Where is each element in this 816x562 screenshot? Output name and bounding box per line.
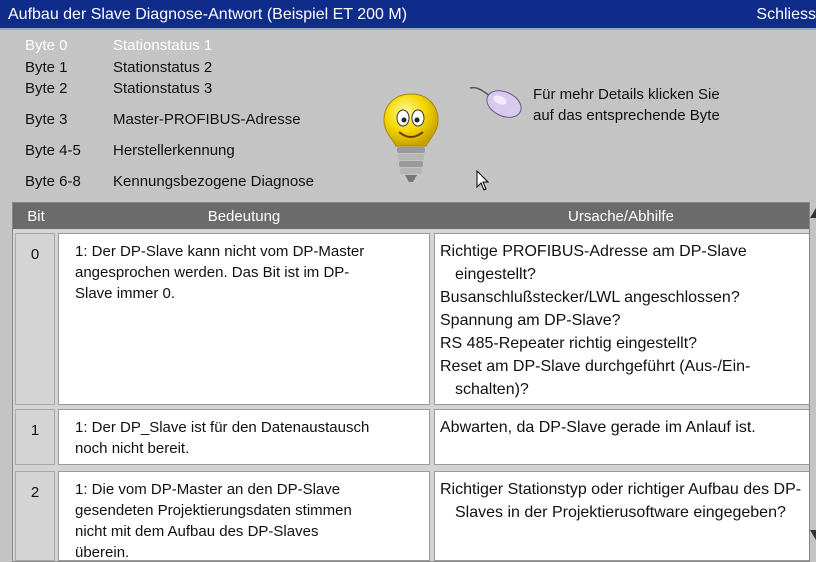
byte-number: Byte 2: [25, 80, 68, 97]
diagnosis-table: Bit Bedeutung Ursache/Abhilfe 0 1: Der D…: [12, 202, 810, 562]
bit-cell: 1: [15, 409, 55, 465]
ursache-line: Reset am DP-Slave durchgeführt (Aus-/Ein…: [440, 358, 751, 398]
byte-label: Stationstatus 2: [113, 59, 213, 76]
close-button[interactable]: Schliess: [756, 6, 816, 24]
ursache-line: Richtige PROFIBUS-Adresse am DP-Slave ei…: [440, 243, 747, 283]
bedeutung-line: nicht mit dem Aufbau des DP-Slaves: [75, 523, 319, 540]
ursache-line: RS 485-Repeater richtig eingestellt?: [440, 335, 698, 352]
byte-number: Byte 4-5: [25, 142, 81, 159]
mouse-icon: [469, 86, 522, 118]
column-header-ursache: Ursache/Abhilfe: [568, 208, 674, 225]
hint-line: auf das entsprechende Byte: [533, 107, 720, 124]
byte-label: Stationstatus 1: [113, 37, 213, 54]
window-title: Aufbau der Slave Diagnose-Antwort (Beisp…: [8, 6, 408, 23]
bedeutung-cell: 1: Der DP-Slave kann nicht vom DP-Master…: [58, 233, 430, 405]
bit-cell: 0: [15, 233, 55, 405]
ursache-cell: Richtige PROFIBUS-Adresse am DP-Slave ei…: [434, 233, 809, 405]
ursache-line: Spannung am DP-Slave?: [440, 312, 621, 329]
column-header-bit: Bit: [27, 208, 45, 225]
ursache-cell: Abwarten, da DP-Slave gerade im Anlauf i…: [434, 409, 809, 465]
ursache-line: Richtiger Stationstyp oder richtiger Auf…: [440, 481, 802, 521]
ursache-line: Busanschlußstecker/LWL angeschlossen?: [440, 289, 740, 306]
byte-label: Herstellerkennung: [113, 142, 235, 159]
bedeutung-cell: 1: Die vom DP-Master an den DP-Slave ges…: [58, 471, 430, 561]
byte-label: Kennungsbezogene Diagnose: [113, 173, 314, 190]
byte-label: Stationstatus 3: [113, 80, 213, 97]
hint-text: Für mehr Details klicken Sie auf das ent…: [533, 84, 720, 126]
bedeutung-line: 1: Der DP-Slave kann nicht vom DP-Master: [75, 243, 365, 260]
bedeutung-cell: 1: Der DP_Slave ist für den Datenaustaus…: [58, 409, 430, 465]
bit-cell: 2: [15, 471, 55, 561]
bedeutung-line: angesprochen werden. Das Bit ist im DP-: [75, 264, 350, 281]
title-bar: Aufbau der Slave Diagnose-Antwort (Beisp…: [0, 0, 816, 30]
bedeutung-line: noch nicht bereit.: [75, 440, 190, 457]
ursache-cell: Richtiger Stationstyp oder richtiger Auf…: [434, 471, 809, 561]
byte-number: Byte 3: [25, 111, 68, 128]
table-header: Bit Bedeutung Ursache/Abhilfe: [13, 203, 809, 229]
byte-label: Master-PROFIBUS-Adresse: [113, 111, 301, 128]
scroll-up-arrow-icon[interactable]: [808, 206, 816, 220]
scroll-down-arrow-icon[interactable]: [808, 528, 816, 542]
column-header-bedeutung: Bedeutung: [207, 208, 281, 225]
byte-number: Byte 6-8: [25, 173, 81, 190]
bedeutung-line: Slave immer 0.: [75, 285, 176, 302]
bedeutung-line: 1: Die vom DP-Master an den DP-Slave: [75, 481, 341, 498]
ursache-line: Abwarten, da DP-Slave gerade im Anlauf i…: [440, 419, 756, 436]
bedeutung-line: gesendeten Projektierungsdaten stimmen: [75, 502, 352, 519]
byte-number: Byte 1: [25, 59, 68, 76]
bedeutung-line: 1: Der DP_Slave ist für den Datenaustaus…: [75, 419, 370, 436]
hint-line: Für mehr Details klicken Sie: [533, 86, 720, 103]
mouse-pointer-icon: [476, 170, 490, 191]
bedeutung-line: überein.: [75, 544, 130, 561]
lightbulb-mascot-icon: [383, 93, 439, 182]
byte-number: Byte 0: [25, 37, 68, 54]
